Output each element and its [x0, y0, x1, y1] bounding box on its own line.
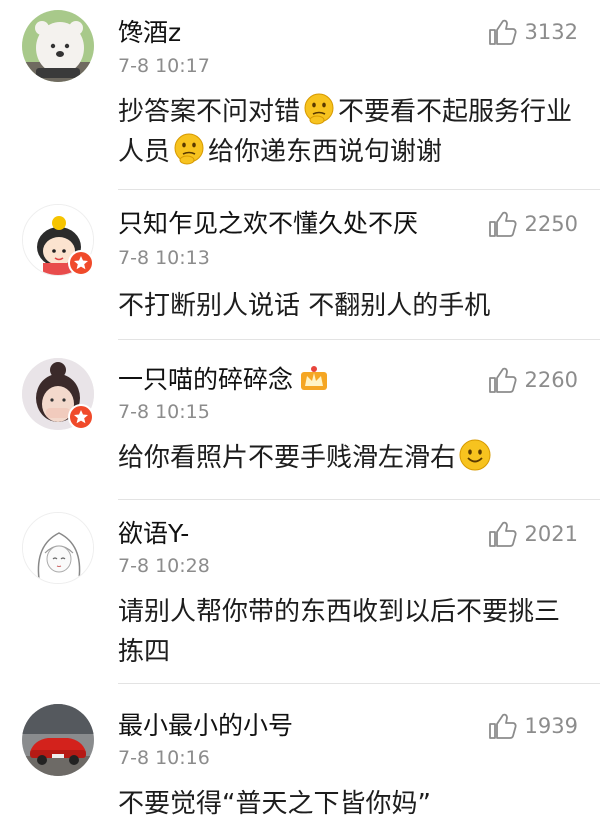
comment-item: 一只喵的碎碎念 7-8 10:15 2260 给你看照片不要手贱滑左滑右 [0, 340, 600, 500]
like-count: 1939 [524, 714, 578, 738]
like-count: 2250 [524, 212, 578, 236]
comment-username[interactable]: 只知乍见之欢不懂久处不厌 [118, 208, 418, 240]
like-button[interactable]: 3132 [487, 18, 578, 46]
thinking-emoji-icon [304, 93, 334, 125]
like-count: 2260 [524, 368, 578, 392]
comment-item: 只知乍见之欢不懂久处不厌 7-8 10:13 2250 不打断别人说话 不翻别人… [0, 190, 600, 340]
thinking-emoji-icon [174, 133, 204, 165]
username-text: 一只喵的碎碎念 [118, 365, 294, 394]
thumbs-up-icon [488, 713, 517, 739]
comment-text: 给你看照片不要手贱滑左滑右 [118, 438, 578, 478]
smile-emoji-icon [459, 439, 491, 471]
user-avatar[interactable] [22, 512, 94, 584]
comment-username[interactable]: 一只喵的碎碎念 [118, 364, 329, 396]
comment-text: 不要觉得“普天之下皆你妈” [118, 789, 431, 819]
comment-text-part: 抄答案不问对错 [118, 97, 301, 127]
thumbs-up-icon [488, 19, 517, 45]
like-count: 2021 [524, 522, 578, 546]
verified-badge-icon [68, 404, 94, 430]
comment-item: 最小最小的小号 7-8 10:16 1939 不要觉得“普天之下皆你妈” [0, 684, 600, 836]
comment-time: 7-8 10:16 [118, 747, 210, 769]
comment-username[interactable]: 最小最小的小号 [118, 710, 293, 742]
like-button[interactable]: 2260 [487, 366, 578, 394]
like-button[interactable]: 2021 [487, 520, 578, 548]
like-button[interactable]: 2250 [487, 210, 578, 238]
bear-avatar-icon [22, 10, 94, 82]
user-avatar[interactable] [22, 10, 94, 82]
thumbs-up-icon [488, 521, 517, 547]
like-button[interactable]: 1939 [487, 712, 578, 740]
comment-text: 不打断别人说话 不翻别人的手机 [118, 291, 491, 321]
comment-text: 请别人帮你带的东西收到以后不要挑三拣四 [118, 597, 561, 667]
verified-badge-icon [68, 250, 94, 276]
comment-text-part: 给你看照片不要手贱滑左滑右 [118, 443, 457, 473]
comment-username[interactable]: 馋酒z [118, 17, 181, 49]
user-avatar[interactable] [22, 704, 94, 776]
sketch-girl-avatar-icon [23, 513, 93, 583]
comment-time: 7-8 10:13 [118, 247, 210, 269]
comment-text-part: 给你递东西说句谢谢 [208, 137, 443, 167]
thumbs-up-icon [488, 367, 517, 393]
comment-text: 抄答案不问对错 不要看不起服务行业人员 给你递东西说句谢谢 [118, 92, 578, 172]
comment-time: 7-8 10:28 [118, 555, 210, 577]
red-car-avatar-icon [22, 704, 94, 776]
thumbs-up-icon [488, 211, 517, 237]
like-count: 3132 [524, 20, 578, 44]
comment-time: 7-8 10:15 [118, 401, 210, 423]
comment-item: 欲语Y- 7-8 10:28 2021 请别人帮你带的东西收到以后不要挑三拣四 [0, 500, 600, 684]
comment-time: 7-8 10:17 [118, 55, 210, 77]
crown-vip-icon [301, 366, 328, 390]
comment-item: 馋酒z 7-8 10:17 3132 抄答案不问对错 不要看不起服务行业人员 给… [0, 0, 600, 190]
comment-username[interactable]: 欲语Y- [118, 518, 189, 550]
